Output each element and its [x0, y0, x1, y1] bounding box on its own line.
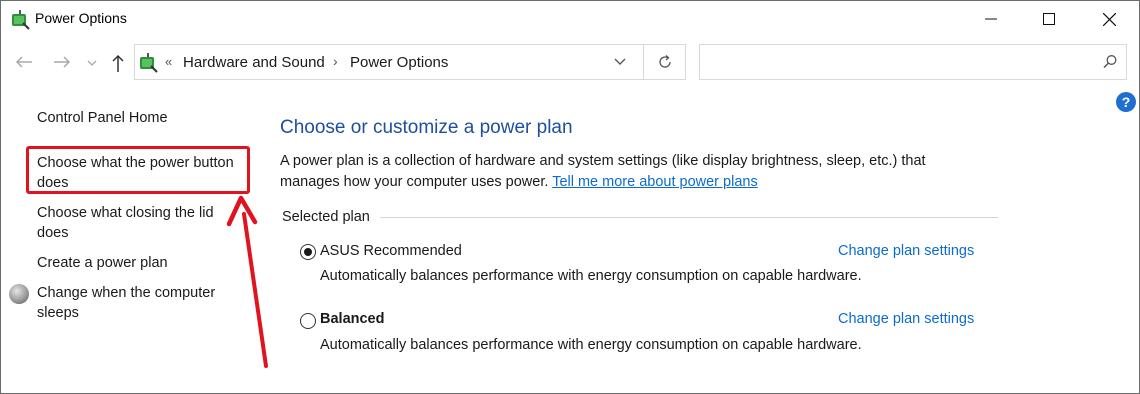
plan-name-balanced[interactable]: Balanced — [320, 311, 384, 327]
plan-description-balanced: Automatically balances performance with … — [320, 337, 862, 353]
plan-name-asus-recommended[interactable]: ASUS Recommended — [320, 243, 462, 259]
title-bar: Power Options — [0, 0, 1140, 38]
plan-radio-asus-recommended[interactable] — [300, 244, 316, 260]
radio-selected-dot — [304, 248, 312, 256]
plan-description-asus-recommended: Automatically balances performance with … — [320, 268, 862, 284]
window-title: Power Options — [35, 10, 127, 26]
refresh-button[interactable] — [644, 44, 686, 80]
search-icon[interactable] — [1102, 54, 1118, 70]
address-bar[interactable]: « Hardware and Sound › Power Options — [134, 44, 644, 80]
selected-plan-label: Selected plan — [282, 209, 370, 225]
maximize-icon — [1043, 13, 1055, 25]
address-dropdown-icon[interactable] — [613, 55, 627, 69]
plan-radio-balanced[interactable] — [300, 313, 316, 329]
power-options-icon — [12, 10, 30, 30]
back-arrow-icon[interactable] — [14, 54, 34, 70]
close-icon — [1102, 12, 1116, 26]
minimize-button[interactable] — [968, 0, 1014, 38]
up-arrow-icon[interactable] — [110, 53, 126, 73]
recent-dropdown-icon[interactable] — [87, 59, 97, 67]
page-title: Choose or customize a power plan — [280, 117, 573, 138]
change-plan-settings-link-1[interactable]: Change plan settings — [838, 243, 974, 259]
breadcrumb-hardware-and-sound[interactable]: Hardware and Sound — [183, 54, 325, 71]
close-button[interactable] — [1086, 0, 1132, 38]
annotation-highlight-box — [26, 146, 250, 194]
sidebar-item-create-power-plan[interactable]: Create a power plan — [37, 253, 168, 273]
minimize-icon — [985, 18, 997, 20]
page-description: A power plan is a collection of hardware… — [280, 151, 980, 193]
group-divider — [380, 217, 998, 218]
sidebar-item-control-panel-home[interactable]: Control Panel Home — [37, 108, 168, 128]
power-options-icon — [140, 53, 158, 73]
refresh-icon — [658, 55, 671, 68]
breadcrumb-power-options[interactable]: Power Options — [350, 54, 448, 71]
overflow-chevron-icon[interactable]: « — [165, 54, 172, 69]
change-plan-settings-link-2[interactable]: Change plan settings — [838, 311, 974, 327]
help-icon[interactable]: ? — [1116, 92, 1136, 112]
sleep-moon-icon — [9, 284, 29, 304]
maximize-button[interactable] — [1026, 0, 1072, 38]
search-input[interactable] — [699, 44, 1127, 80]
breadcrumb-separator-icon[interactable]: › — [333, 53, 338, 69]
forward-arrow-icon[interactable] — [52, 54, 72, 70]
learn-more-link[interactable]: Tell me more about power plans — [552, 174, 758, 190]
sidebar-item-computer-sleeps[interactable]: Change when the computer sleeps — [37, 283, 237, 323]
sidebar-item-closing-lid[interactable]: Choose what closing the lid does — [37, 203, 242, 243]
